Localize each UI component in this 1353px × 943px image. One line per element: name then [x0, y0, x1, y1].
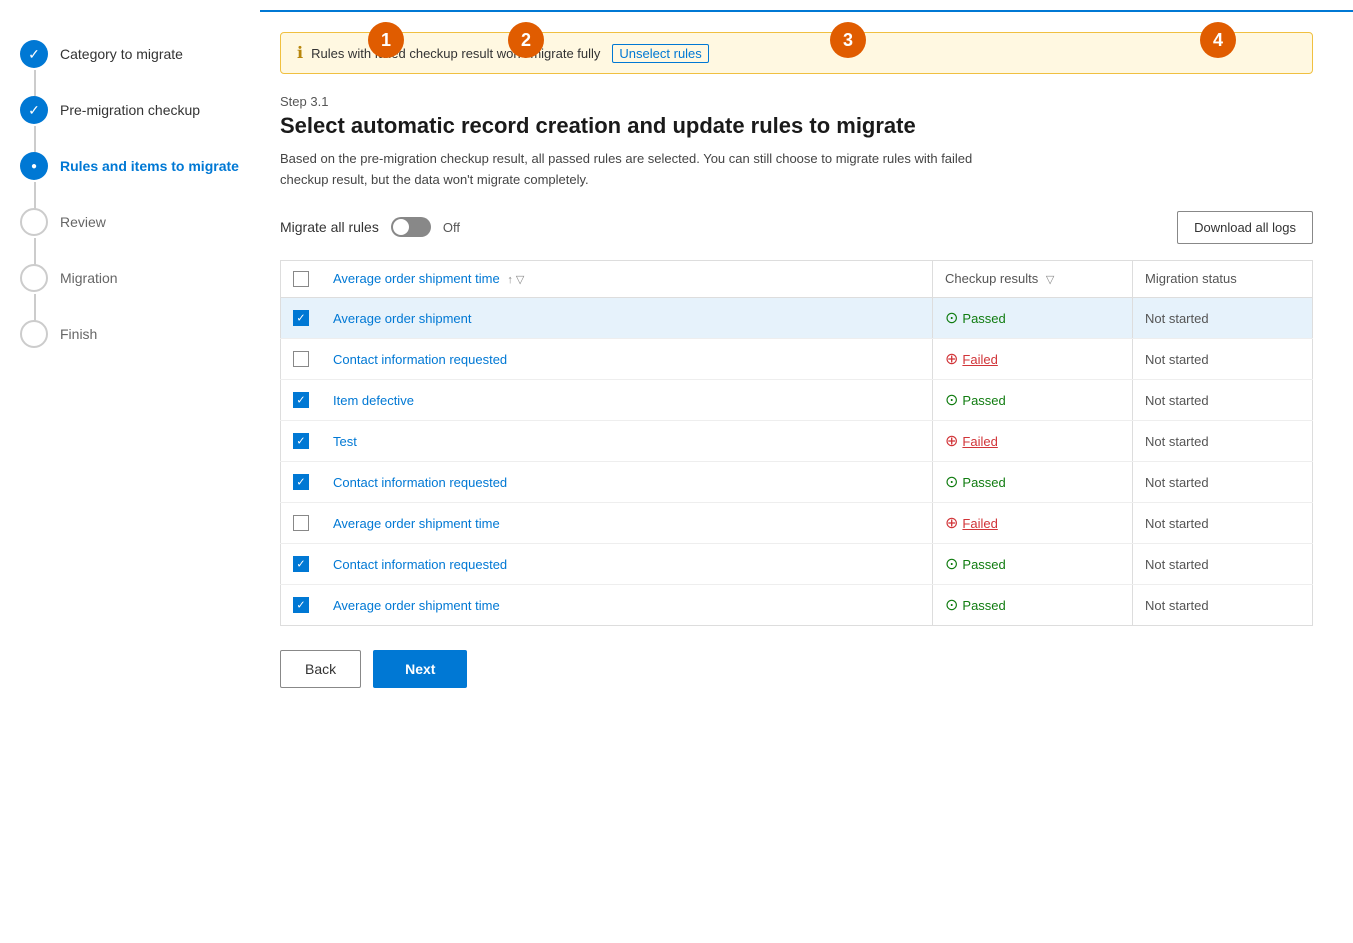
row-checkbox[interactable]	[293, 597, 309, 613]
info-icon: ℹ	[297, 43, 303, 63]
sidebar-item-label-finish: Finish	[60, 326, 97, 342]
migrate-all-toggle[interactable]	[391, 217, 431, 237]
col-header-status: Migration status	[1133, 260, 1313, 298]
sidebar-item-finish[interactable]: Finish	[20, 320, 240, 348]
migrate-all-label: Migrate all rules	[280, 219, 379, 235]
table-row[interactable]: Test ⊕ Failed Not started	[281, 421, 1313, 462]
sidebar-item-label-review: Review	[60, 214, 106, 230]
callout-3: 3	[830, 22, 866, 58]
main-content: ℹ Rules with failed checkup result won't…	[260, 10, 1353, 943]
checkup-failed: ⊕ Failed	[945, 431, 1120, 451]
rule-name-link[interactable]: Average order shipment time	[333, 516, 500, 531]
row-checkbox[interactable]	[293, 515, 309, 531]
row-checkbox[interactable]	[293, 310, 309, 326]
table-row[interactable]: Contact information requested ⊙ Passed Not…	[281, 462, 1313, 503]
table-row[interactable]: Contact information requested ⊙ Passed Not…	[281, 544, 1313, 585]
rule-name-link[interactable]: Contact information requested	[333, 557, 507, 572]
sidebar-item-label-rules: Rules and items to migrate	[60, 158, 239, 174]
checkup-passed: ⊙ Passed	[945, 390, 1120, 410]
step-description: Based on the pre-migration checkup resul…	[280, 149, 980, 191]
checkup-passed: ⊙ Passed	[945, 472, 1120, 492]
bottom-nav: Back Next	[280, 650, 1313, 688]
row-checkbox[interactable]	[293, 433, 309, 449]
col-name-label: Average order shipment time	[333, 271, 500, 286]
failed-link[interactable]: Failed	[962, 352, 997, 367]
next-button[interactable]: Next	[373, 650, 467, 688]
step-number: Step 3.1	[280, 94, 1313, 109]
sidebar-item-rules[interactable]: ● Rules and items to migrate	[20, 152, 240, 180]
step-icon-pre-migration: ✓	[20, 96, 48, 124]
sidebar-item-category[interactable]: ✓ Category to migrate	[20, 40, 240, 68]
sidebar-item-migration[interactable]: Migration	[20, 264, 240, 292]
table-row[interactable]: Contact information requested ⊕ Failed Not…	[281, 339, 1313, 380]
download-all-logs-button[interactable]: Download all logs	[1177, 211, 1313, 244]
table-row[interactable]: Average order shipment time ⊕ Failed Not s…	[281, 503, 1313, 544]
sidebar-item-label-migration: Migration	[60, 270, 118, 286]
migration-status: Not started	[1133, 380, 1313, 421]
sidebar: ✓ Category to migrate ✓ Pre-migration ch…	[0, 0, 260, 943]
step-icon-migration	[20, 264, 48, 292]
rules-table: Average order shipment time ↑ ▽ Checkup …	[280, 260, 1313, 627]
warning-banner: ℹ Rules with failed checkup result won't…	[280, 32, 1313, 74]
table-row[interactable]: Average order shipment ⊙ Passed Not starte…	[281, 298, 1313, 339]
sort-filter-icons: ↑ ▽	[507, 273, 524, 286]
step-icon-finish	[20, 320, 48, 348]
table-row[interactable]: Item defective ⊙ Passed Not started	[281, 380, 1313, 421]
sidebar-item-label-category: Category to migrate	[60, 46, 183, 62]
col-status-label: Migration status	[1145, 271, 1237, 286]
rule-name-link[interactable]: Contact information requested	[333, 475, 507, 490]
callout-1: 1	[368, 22, 404, 58]
migrate-row: Migrate all rules Off Download all logs	[280, 211, 1313, 244]
row-checkbox[interactable]	[293, 474, 309, 490]
step-icon-rules: ●	[20, 152, 48, 180]
rule-name-link[interactable]: Average order shipment time	[333, 598, 500, 613]
rule-name-link[interactable]: Contact information requested	[333, 352, 507, 367]
select-all-checkbox[interactable]	[293, 271, 309, 287]
failed-link[interactable]: Failed	[962, 516, 997, 531]
sidebar-item-review[interactable]: Review	[20, 208, 240, 236]
migration-status: Not started	[1133, 298, 1313, 339]
callout-2: 2	[508, 22, 544, 58]
checkup-passed: ⊙ Passed	[945, 595, 1120, 615]
checkup-passed: ⊙ Passed	[945, 554, 1120, 574]
migration-status: Not started	[1133, 585, 1313, 626]
checkup-passed: ⊙ Passed	[945, 308, 1120, 328]
row-checkbox[interactable]	[293, 392, 309, 408]
migration-status: Not started	[1133, 503, 1313, 544]
row-checkbox[interactable]	[293, 351, 309, 367]
step-icon-review	[20, 208, 48, 236]
failed-link[interactable]: Failed	[962, 434, 997, 449]
sidebar-item-label-pre-migration: Pre-migration checkup	[60, 102, 200, 118]
back-button[interactable]: Back	[280, 650, 361, 688]
sidebar-item-pre-migration[interactable]: ✓ Pre-migration checkup	[20, 96, 240, 124]
rule-name-link[interactable]: Test	[333, 434, 357, 449]
migrate-toggle-group: Migrate all rules Off	[280, 217, 460, 237]
unselect-rules-link[interactable]: Unselect rules	[612, 44, 708, 63]
toggle-state-label: Off	[443, 220, 460, 235]
select-all-header	[281, 260, 322, 298]
migration-status: Not started	[1133, 339, 1313, 380]
rule-name-link[interactable]: Average order shipment	[333, 311, 472, 326]
col-header-checkup: Checkup results ▽	[933, 260, 1133, 298]
col-header-name: Average order shipment time ↑ ▽	[321, 260, 933, 298]
migration-status: Not started	[1133, 462, 1313, 503]
col-checkup-label: Checkup results	[945, 271, 1038, 286]
rule-name-link[interactable]: Item defective	[333, 393, 414, 408]
row-checkbox[interactable]	[293, 556, 309, 572]
step-icon-category: ✓	[20, 40, 48, 68]
migration-status: Not started	[1133, 544, 1313, 585]
step-title: Select automatic record creation and upd…	[280, 113, 1313, 139]
callout-4: 4	[1200, 22, 1236, 58]
checkup-filter-icon: ▽	[1046, 273, 1054, 286]
migration-status: Not started	[1133, 421, 1313, 462]
checkup-failed: ⊕ Failed	[945, 513, 1120, 533]
warning-text: Rules with failed checkup result won't m…	[311, 46, 600, 61]
table-row[interactable]: Average order shipment time ⊙ Passed Not s…	[281, 585, 1313, 626]
checkup-failed: ⊕ Failed	[945, 349, 1120, 369]
